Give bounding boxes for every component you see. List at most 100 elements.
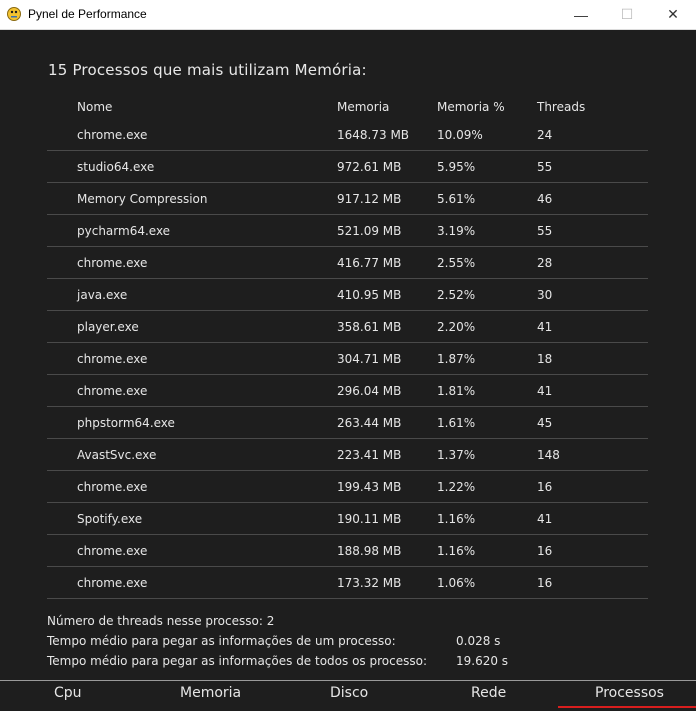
title-bar: Pynel de Performance — ☐ ✕ — [0, 0, 696, 30]
process-threads: 41 — [537, 374, 648, 407]
process-memory-percent: 1.81% — [437, 374, 537, 407]
process-threads: 16 — [537, 470, 648, 503]
table-row: chrome.exe 173.32 MB 1.06% 16 — [47, 566, 648, 599]
process-name: java.exe — [47, 278, 337, 311]
tab-cpu[interactable]: Cpu — [54, 685, 82, 701]
process-threads: 41 — [537, 502, 648, 535]
process-table-body: chrome.exe 1648.73 MB 10.09% 24 studio64.exe… — [47, 119, 648, 599]
process-name: phpstorm64.exe — [47, 406, 337, 439]
process-memory: 188.98 MB — [337, 534, 437, 567]
process-memory-percent: 2.52% — [437, 278, 537, 311]
process-name: chrome.exe — [47, 534, 337, 567]
avg-all-processes-info: Tempo médio para pegar as informações de… — [47, 654, 647, 668]
avg-all-processes-label: Tempo médio para pegar as informações de… — [47, 654, 427, 668]
process-threads: 46 — [537, 182, 648, 215]
table-row: chrome.exe 304.71 MB 1.87% 18 — [47, 342, 648, 375]
process-memory: 190.11 MB — [337, 502, 437, 535]
process-name: AvastSvc.exe — [47, 438, 337, 471]
table-row: chrome.exe 1648.73 MB 10.09% 24 — [47, 119, 648, 151]
maximize-icon: ☐ — [620, 6, 634, 22]
table-row: pycharm64.exe 521.09 MB 3.19% 55 — [47, 214, 648, 247]
process-memory: 173.32 MB — [337, 566, 437, 599]
page-title: 15 Processos que mais utilizam Memória: — [48, 61, 367, 79]
avg-one-process-value: 0.028 s — [456, 634, 501, 648]
process-memory-percent: 1.16% — [437, 502, 537, 535]
process-threads: 18 — [537, 342, 648, 375]
process-memory-percent: 10.09% — [437, 119, 537, 151]
process-memory: 410.95 MB — [337, 278, 437, 311]
active-tab-indicator — [558, 706, 696, 708]
process-memory: 917.12 MB — [337, 182, 437, 215]
process-threads: 16 — [537, 534, 648, 567]
tab-disco[interactable]: Disco — [330, 685, 368, 701]
close-button[interactable]: ✕ — [650, 0, 696, 29]
process-name: chrome.exe — [47, 566, 337, 599]
process-threads: 24 — [537, 119, 648, 151]
maximize-button[interactable]: ☐ — [604, 0, 650, 29]
table-row: chrome.exe 188.98 MB 1.16% 16 — [47, 534, 648, 567]
process-memory-percent: 1.37% — [437, 438, 537, 471]
close-icon: ✕ — [667, 6, 679, 22]
process-memory: 521.09 MB — [337, 214, 437, 247]
process-memory-percent: 1.61% — [437, 406, 537, 439]
process-memory-percent: 1.16% — [437, 534, 537, 567]
process-memory: 296.04 MB — [337, 374, 437, 407]
process-name: chrome.exe — [47, 119, 337, 151]
window-title: Pynel de Performance — [28, 7, 147, 21]
process-name: studio64.exe — [47, 150, 337, 183]
process-name: player.exe — [47, 310, 337, 343]
process-memory: 223.41 MB — [337, 438, 437, 471]
process-threads: 55 — [537, 214, 648, 247]
process-threads: 55 — [537, 150, 648, 183]
process-memory-percent: 5.61% — [437, 182, 537, 215]
process-memory-percent: 2.55% — [437, 246, 537, 279]
table-row: chrome.exe 296.04 MB 1.81% 41 — [47, 374, 648, 407]
process-name: chrome.exe — [47, 470, 337, 503]
minimize-button[interactable]: — — [558, 0, 604, 29]
table-row: java.exe 410.95 MB 2.52% 30 — [47, 278, 648, 311]
minimize-icon: — — [574, 6, 588, 23]
process-threads: 28 — [537, 246, 648, 279]
process-memory: 416.77 MB — [337, 246, 437, 279]
process-memory-percent: 3.19% — [437, 214, 537, 247]
table-row: studio64.exe 972.61 MB 5.95% 55 — [47, 150, 648, 183]
table-row: chrome.exe 199.43 MB 1.22% 16 — [47, 470, 648, 503]
process-threads: 148 — [537, 438, 648, 471]
process-memory: 972.61 MB — [337, 150, 437, 183]
process-memory: 1648.73 MB — [337, 119, 437, 151]
table-row: player.exe 358.61 MB 2.20% 41 — [47, 310, 648, 343]
table-row: Memory Compression 917.12 MB 5.61% 46 — [47, 182, 648, 215]
threads-info: Número de threads nesse processo: 2 — [47, 614, 275, 628]
process-threads: 45 — [537, 406, 648, 439]
process-threads: 30 — [537, 278, 648, 311]
process-memory-percent: 1.06% — [437, 566, 537, 599]
process-memory-percent: 1.87% — [437, 342, 537, 375]
column-header-threads: Threads — [537, 100, 586, 114]
process-threads: 41 — [537, 310, 648, 343]
pygame-snake-icon — [7, 7, 21, 21]
table-row: AvastSvc.exe 223.41 MB 1.37% 148 — [47, 438, 648, 471]
avg-all-processes-value: 19.620 s — [456, 654, 509, 668]
column-header-name: Nome — [77, 100, 113, 114]
process-name: Spotify.exe — [47, 502, 337, 535]
table-row: Spotify.exe 190.11 MB 1.16% 41 — [47, 502, 648, 535]
avg-one-process-info: Tempo médio para pegar as informações de… — [47, 634, 647, 648]
process-memory: 358.61 MB — [337, 310, 437, 343]
process-name: Memory Compression — [47, 182, 337, 215]
process-memory: 199.43 MB — [337, 470, 437, 503]
process-name: pycharm64.exe — [47, 214, 337, 247]
process-memory-percent: 2.20% — [437, 310, 537, 343]
table-header-row: Nome Memoria Memoria % Threads — [47, 95, 648, 119]
table-row: phpstorm64.exe 263.44 MB 1.61% 45 — [47, 406, 648, 439]
tab-processos[interactable]: Processos — [595, 685, 664, 701]
table-row: chrome.exe 416.77 MB 2.55% 28 — [47, 246, 648, 279]
tab-memoria[interactable]: Memoria — [180, 685, 241, 701]
tab-rede[interactable]: Rede — [471, 685, 506, 701]
process-memory-percent: 1.22% — [437, 470, 537, 503]
process-memory: 263.44 MB — [337, 406, 437, 439]
column-header-memory-percent: Memoria % — [437, 100, 505, 114]
process-threads: 16 — [537, 566, 648, 599]
process-memory-percent: 5.95% — [437, 150, 537, 183]
process-name: chrome.exe — [47, 374, 337, 407]
process-table: Nome Memoria Memoria % Threads chrome.ex… — [47, 95, 648, 599]
